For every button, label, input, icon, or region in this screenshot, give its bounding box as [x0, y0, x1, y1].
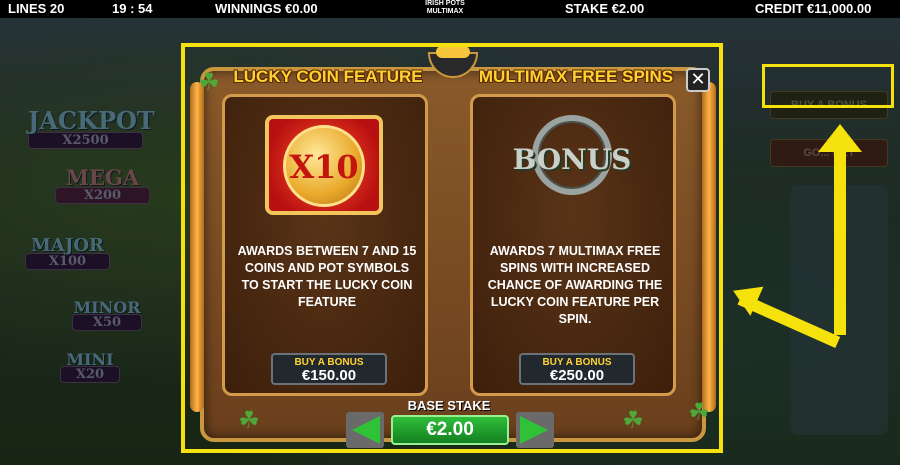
- logo-line-1: IRISH POTS: [425, 0, 465, 7]
- game-logo: IRISH POTS MULTIMAX: [420, 0, 470, 16]
- winnings-display: WINNINGS €0.00: [215, 1, 318, 16]
- highlight-modal: [181, 43, 723, 453]
- credit-display: CREDIT €11,000.00: [755, 1, 872, 16]
- annotation-arrow-stem: [834, 150, 846, 335]
- highlight-buy-bonus: [762, 64, 894, 108]
- top-status-bar: LINES 20 19 : 54 WINNINGS €0.00 IRISH PO…: [0, 0, 900, 18]
- stake-display: STAKE €2.00: [565, 1, 645, 16]
- lines-count: LINES 20: [8, 1, 65, 16]
- arrow-up-icon: [818, 124, 862, 152]
- logo-line-2: MULTIMAX: [426, 8, 464, 15]
- clock: 19 : 54: [112, 1, 153, 16]
